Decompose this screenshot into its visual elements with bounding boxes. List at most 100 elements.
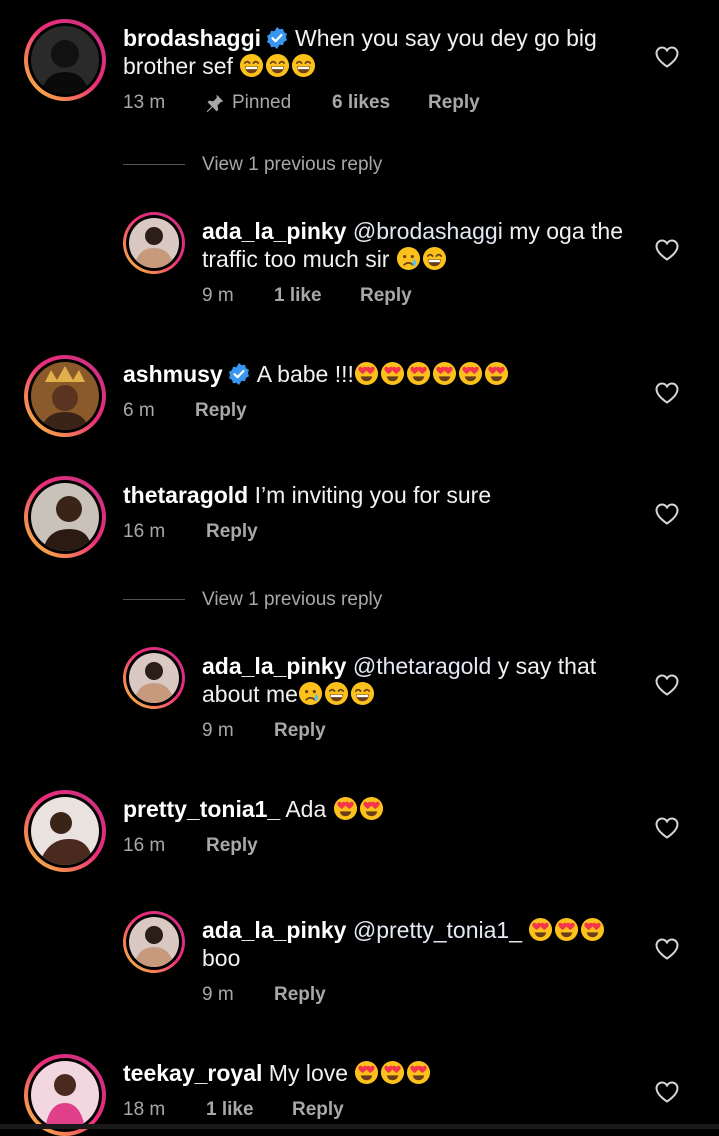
timestamp: 16 m — [123, 521, 166, 542]
username[interactable]: ada_la_pinky — [202, 218, 346, 244]
reply-button[interactable]: Reply — [360, 284, 412, 308]
grin-emoji-icon — [324, 681, 349, 706]
username[interactable]: brodashaggi — [123, 25, 261, 51]
comment-meta: 9 m Reply — [202, 719, 402, 743]
heart-outline-icon[interactable] — [654, 673, 680, 697]
heart-eyes-emoji-icon — [380, 361, 405, 386]
crying-emoji-icon — [298, 681, 323, 706]
heart-eyes-emoji-icon — [432, 361, 457, 386]
mention-link[interactable]: @thetaragold — [353, 653, 491, 679]
comment-meta: 9 m 1 like Reply — [202, 284, 502, 308]
comment-text: ada_la_pinky @brodashaggi my oga the tra… — [202, 218, 623, 272]
username[interactable]: thetaragold — [123, 482, 248, 508]
timestamp: 9 m — [202, 720, 234, 741]
username[interactable]: ashmusy — [123, 361, 223, 387]
view-previous-replies-button[interactable]: View 1 previous reply — [202, 153, 382, 177]
mention-link[interactable]: @pretty_tonia1_ — [353, 917, 522, 943]
avatar-photo-icon — [31, 1061, 99, 1129]
avatar-photo-icon — [31, 362, 99, 430]
heart-eyes-emoji-icon — [380, 1060, 405, 1085]
timestamp: 9 m — [202, 984, 234, 1005]
timestamp: 13 m — [123, 92, 166, 113]
grin-emoji-icon — [239, 53, 264, 78]
comment-text: thetaragold I’m inviting you for sure — [123, 482, 492, 508]
verified-badge-icon — [265, 26, 289, 50]
comment-meta: 16 m Reply — [123, 834, 323, 858]
heart-outline-icon[interactable] — [654, 816, 680, 840]
comment-meta: 16 m Reply — [123, 520, 323, 544]
grin-emoji-icon — [291, 53, 316, 78]
username[interactable]: teekay_royal — [123, 1060, 262, 1086]
heart-outline-icon[interactable] — [654, 502, 680, 526]
username[interactable]: ada_la_pinky — [202, 917, 346, 943]
reply-button[interactable]: Reply — [274, 983, 326, 1007]
avatar-photo-icon — [129, 917, 179, 967]
heart-outline-icon[interactable] — [654, 937, 680, 961]
reply-button[interactable]: Reply — [274, 719, 326, 743]
avatar[interactable] — [123, 212, 185, 274]
reply-button[interactable]: Reply — [206, 520, 258, 544]
grin-emoji-icon — [350, 681, 375, 706]
comment-meta: 18 m 1 like Reply — [123, 1098, 423, 1122]
username[interactable]: ada_la_pinky — [202, 653, 346, 679]
timestamp: 6 m — [123, 400, 155, 421]
avatar[interactable] — [123, 911, 185, 973]
comment-text: teekay_royal My love — [123, 1059, 633, 1087]
heart-eyes-emoji-icon — [333, 796, 358, 821]
heart-outline-icon[interactable] — [654, 381, 680, 405]
avatar[interactable] — [24, 19, 106, 101]
likes-count[interactable]: 1 like — [274, 284, 322, 308]
avatar-photo-icon — [31, 26, 99, 94]
comment-text: ada_la_pinky @thetaragold y say that abo… — [202, 653, 597, 707]
timestamp: 18 m — [123, 1099, 166, 1120]
avatar[interactable] — [24, 476, 106, 558]
avatar-photo-icon — [31, 797, 99, 865]
heart-eyes-emoji-icon — [354, 361, 379, 386]
comment-text: pretty_tonia1_ Ada — [123, 795, 633, 823]
heart-outline-icon[interactable] — [654, 1080, 680, 1104]
heart-eyes-emoji-icon — [359, 796, 384, 821]
heart-eyes-emoji-icon — [406, 361, 431, 386]
heart-eyes-emoji-icon — [554, 917, 579, 942]
verified-badge-icon — [227, 362, 251, 386]
grin-emoji-icon — [265, 53, 290, 78]
grin-emoji-icon — [422, 246, 447, 271]
avatar-photo-icon — [31, 483, 99, 551]
username[interactable]: pretty_tonia1_ — [123, 796, 280, 822]
view-previous-replies-button[interactable]: View 1 previous reply — [202, 588, 382, 612]
heart-eyes-emoji-icon — [354, 1060, 379, 1085]
reply-button[interactable]: Reply — [206, 834, 258, 858]
avatar[interactable] — [24, 790, 106, 872]
comment-text: ashmusy A babe !!! — [123, 360, 633, 388]
heart-eyes-emoji-icon — [406, 1060, 431, 1085]
timestamp: 16 m — [123, 835, 166, 856]
crying-emoji-icon — [396, 246, 421, 271]
reply-button[interactable]: Reply — [195, 399, 247, 423]
heart-eyes-emoji-icon — [458, 361, 483, 386]
heart-outline-icon[interactable] — [654, 238, 680, 262]
likes-count[interactable]: 1 like — [206, 1098, 254, 1122]
heart-eyes-emoji-icon — [484, 361, 509, 386]
pin-icon — [205, 93, 225, 113]
reply-button[interactable]: Reply — [292, 1098, 344, 1122]
comment-text: brodashaggi When you say you dey go big b… — [123, 25, 597, 79]
comment-meta: 9 m Reply — [202, 983, 402, 1007]
heart-outline-icon[interactable] — [654, 45, 680, 69]
heart-eyes-emoji-icon — [528, 917, 553, 942]
comment-meta: 6 m Reply — [123, 399, 323, 423]
pinned-label: Pinned — [232, 92, 292, 113]
comment-meta: 13 m Pinned 6 likes Reply — [123, 91, 543, 115]
avatar-photo-icon — [129, 218, 179, 268]
avatar[interactable] — [24, 355, 106, 437]
mention-link[interactable]: @brodashaggi — [353, 218, 503, 244]
bottom-edge — [0, 1124, 719, 1129]
divider — [123, 599, 185, 600]
divider — [123, 164, 185, 165]
avatar-photo-icon — [129, 653, 179, 703]
comment-text: ada_la_pinky @pretty_tonia1_ boo — [202, 916, 642, 972]
reply-button[interactable]: Reply — [428, 91, 480, 115]
heart-eyes-emoji-icon — [580, 917, 605, 942]
timestamp: 9 m — [202, 285, 234, 306]
likes-count[interactable]: 6 likes — [332, 91, 390, 115]
avatar[interactable] — [123, 647, 185, 709]
